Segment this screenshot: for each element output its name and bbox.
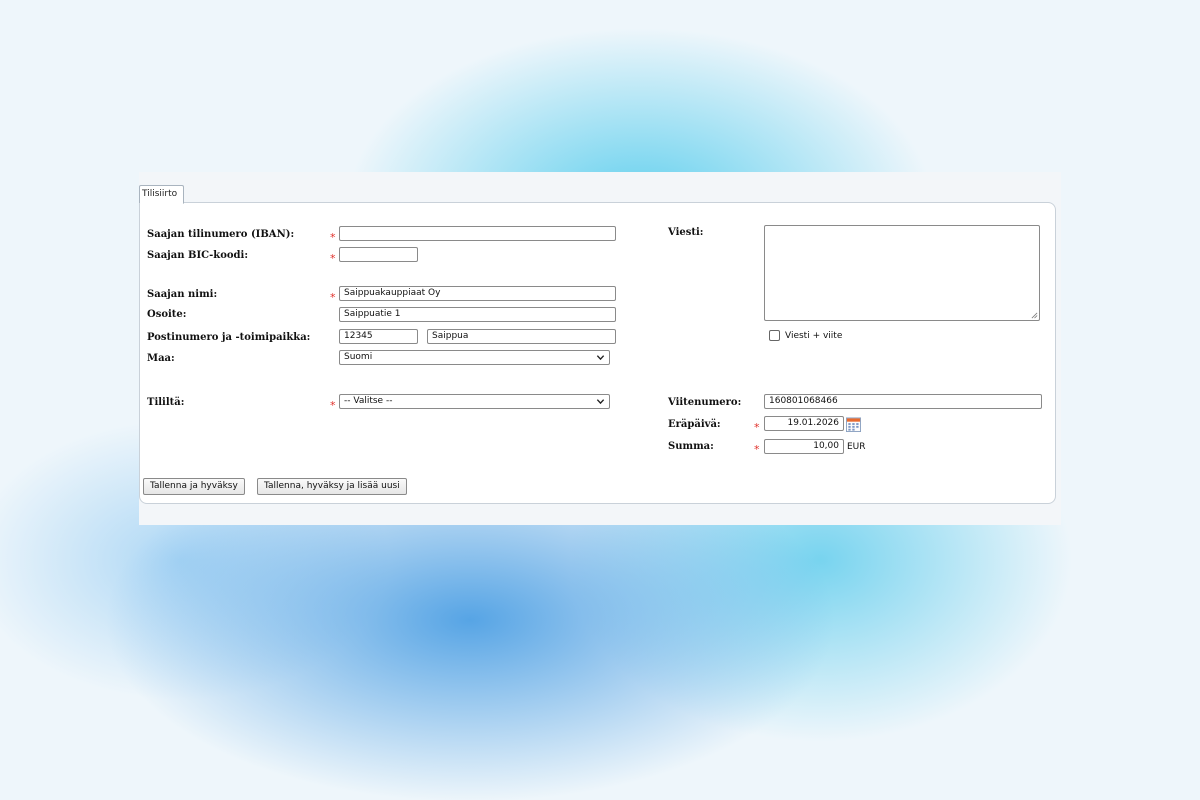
account-required-mark: * — [330, 399, 336, 412]
bic-input[interactable] — [339, 247, 418, 262]
account-label: Tililtä: — [147, 397, 185, 408]
country-selected-value: Suomi — [344, 352, 373, 362]
resize-handle-icon[interactable] — [1031, 312, 1038, 319]
amount-input[interactable]: 10,00 — [764, 439, 844, 454]
due-date-label: Eräpäivä: — [668, 419, 721, 430]
address-label: Osoite: — [147, 309, 187, 320]
save-approve-button[interactable]: Tallenna ja hyväksy — [143, 478, 245, 495]
iban-label: Saajan tilinumero (IBAN): — [147, 229, 295, 240]
name-label: Saajan nimi: — [147, 289, 218, 300]
account-select[interactable]: -- Valitse -- — [339, 394, 610, 409]
chevron-down-icon — [596, 355, 605, 361]
reference-input[interactable]: 160801068466 — [764, 394, 1042, 409]
iban-required-mark: * — [330, 231, 336, 244]
message-reference-checkbox[interactable] — [769, 330, 780, 341]
save-approve-new-button[interactable]: Tallenna, hyväksy ja lisää uusi — [257, 478, 407, 495]
due-date-input[interactable]: 19.01.2026 — [764, 416, 844, 431]
account-selected-value: -- Valitse -- — [344, 396, 393, 406]
amount-label: Summa: — [668, 441, 714, 452]
tab-tilisiirto[interactable]: Tilisiirto — [139, 185, 185, 204]
postal-code-input[interactable]: 12345 — [339, 329, 418, 344]
chevron-down-icon — [596, 399, 605, 405]
calendar-icon[interactable] — [846, 417, 861, 432]
amount-required-mark: * — [754, 443, 760, 456]
name-input[interactable]: Saippuakauppiaat Oy — [339, 286, 616, 301]
address-input[interactable]: Saippuatie 1 — [339, 307, 616, 322]
city-input[interactable]: Saippua — [427, 329, 616, 344]
payment-panel: Tilisiirto Saajan tilinumero (IBAN): Saa… — [139, 172, 1061, 525]
iban-input[interactable] — [339, 226, 616, 241]
name-required-mark: * — [330, 291, 336, 304]
message-label: Viesti: — [668, 227, 704, 238]
message-reference-label: Viesti + viite — [785, 331, 843, 341]
postal-label: Postinumero ja -toimipaikka: — [147, 332, 311, 343]
bic-required-mark: * — [330, 252, 336, 265]
country-select[interactable]: Suomi — [339, 350, 610, 365]
bic-label: Saajan BIC-koodi: — [147, 250, 249, 261]
country-label: Maa: — [147, 353, 175, 364]
reference-label: Viitenumero: — [668, 397, 742, 408]
currency-label: EUR — [847, 442, 866, 452]
payment-form: Saajan tilinumero (IBAN): Saajan BIC-koo… — [139, 202, 1056, 504]
message-textarea[interactable] — [764, 225, 1040, 321]
due-date-required-mark: * — [754, 421, 760, 434]
